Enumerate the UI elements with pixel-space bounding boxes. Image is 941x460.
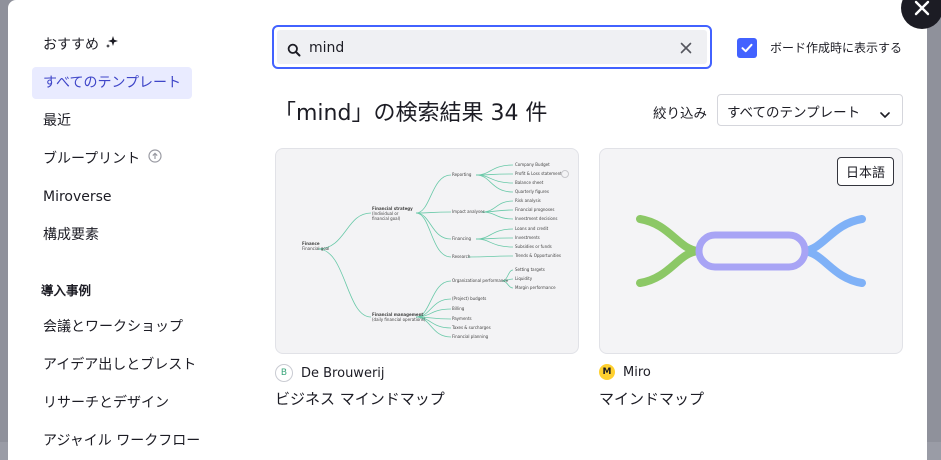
- sidebar-item-building-blocks[interactable]: 構成要素: [32, 219, 110, 251]
- svg-text:(Project) budgets: (Project) budgets: [452, 296, 486, 301]
- card-title[interactable]: マインドマップ: [599, 388, 704, 409]
- sidebar-item-label: 会議とワークショップ: [43, 319, 183, 335]
- search-field: [277, 30, 707, 64]
- chevron-down-icon: [880, 107, 890, 123]
- search-input[interactable]: [309, 34, 649, 62]
- sidebar-item-label: すべてのテンプレート: [43, 75, 182, 91]
- sidebar-item-label: リサーチとデザイン: [43, 395, 169, 411]
- svg-text:Subsidies or funds: Subsidies or funds: [515, 244, 552, 249]
- sidebar-item-label: ブループリント: [43, 151, 141, 167]
- svg-text:Profit & Loss statement: Profit & Loss statement: [515, 171, 562, 176]
- author-avatar: B: [275, 364, 293, 382]
- language-badge: 日本語: [836, 157, 894, 186]
- results-title: 「mind」の検索結果 34 件: [274, 101, 548, 126]
- sidebar-item-recommended[interactable]: おすすめ: [32, 29, 130, 61]
- sidebar-item-research[interactable]: リサーチとデザイン: [32, 387, 180, 419]
- template-picker-modal: おすすめ すべてのテンプレート 最近 ブループリント Miroverse 構成要…: [8, 0, 927, 460]
- show-on-create-label[interactable]: ボード作成時に表示する: [770, 39, 902, 56]
- svg-text:Margin performance: Margin performance: [515, 285, 556, 290]
- svg-text:Organizational performance: Organizational performance: [452, 278, 509, 283]
- show-on-create-checkbox[interactable]: [737, 38, 757, 58]
- author-name: Miro: [623, 364, 651, 380]
- close-icon: [914, 0, 930, 16]
- svg-text:Loans and credit: Loans and credit: [515, 226, 549, 231]
- sidebar-item-agile[interactable]: アジャイル ワークフロー: [32, 425, 211, 457]
- sidebar-item-ideation[interactable]: アイデア出しとブレスト: [32, 349, 207, 381]
- sidebar-item-all-templates[interactable]: すべてのテンプレート: [32, 67, 193, 99]
- svg-text:Quarterly figures: Quarterly figures: [515, 189, 549, 194]
- sidebar-item-recent[interactable]: 最近: [32, 105, 82, 137]
- miro-logo-icon: M: [599, 364, 615, 380]
- svg-text:Investments: Investments: [515, 235, 540, 240]
- svg-text:Impact analyses: Impact analyses: [452, 209, 485, 214]
- card-author: B De Brouwerij: [275, 364, 385, 382]
- sidebar-item-label: Miroverse: [43, 189, 112, 205]
- svg-text:Financial prognoses: Financial prognoses: [515, 207, 554, 212]
- sidebar-item-label: アイデア出しとブレスト: [43, 357, 197, 373]
- author-name: De Brouwerij: [301, 365, 385, 381]
- svg-text:Research: Research: [452, 254, 471, 259]
- filter-value: すべてのテンプレート: [727, 105, 861, 121]
- mindmap-preview: Finance Financial goal Financial strateg…: [302, 162, 569, 339]
- sidebar-item-label: 最近: [43, 113, 71, 129]
- svg-text:Payments: Payments: [452, 316, 472, 321]
- card-author: M Miro: [599, 364, 651, 380]
- sidebar-item-meetings[interactable]: 会議とワークショップ: [32, 311, 194, 343]
- svg-text:Company Budget: Company Budget: [515, 162, 550, 167]
- template-card-mindmap[interactable]: 日本語: [599, 148, 903, 354]
- use-cases-heading: 導入事例: [41, 283, 92, 298]
- sparkle-icon: [105, 29, 119, 61]
- upgrade-icon: [148, 143, 162, 175]
- card-title[interactable]: ビジネス マインドマップ: [275, 388, 445, 409]
- sidebar-item-label: アジャイル ワークフロー: [43, 433, 201, 449]
- svg-text:financial goal): financial goal): [372, 216, 401, 221]
- svg-text:(daily financial operations): (daily financial operations): [372, 317, 426, 322]
- mm-root-sub: Financial goal: [302, 246, 329, 251]
- clear-search-icon[interactable]: [679, 40, 693, 59]
- sidebar-item-blueprints[interactable]: ブループリント: [32, 143, 173, 175]
- svg-text:Setting targets: Setting targets: [515, 267, 545, 272]
- svg-text:Liquidity: Liquidity: [515, 276, 533, 281]
- search-icon: [287, 42, 301, 61]
- svg-text:Reporting: Reporting: [452, 172, 472, 177]
- sidebar-item-miroverse[interactable]: Miroverse: [32, 181, 123, 213]
- filter-label: 絞り込み: [653, 106, 707, 122]
- svg-text:Financial planning: Financial planning: [452, 334, 489, 339]
- template-card-business-mindmap[interactable]: Finance Financial goal Financial strateg…: [275, 148, 579, 354]
- svg-text:Taxes & surcharges: Taxes & surcharges: [451, 325, 491, 330]
- svg-text:Trends & Opportunities: Trends & Opportunities: [514, 253, 561, 258]
- sidebar-item-label: 構成要素: [43, 227, 99, 243]
- svg-text:Balance sheet: Balance sheet: [515, 180, 544, 185]
- svg-text:Billing: Billing: [452, 306, 465, 311]
- filter-dropdown[interactable]: すべてのテンプレート: [717, 94, 903, 126]
- svg-text:Financing: Financing: [452, 236, 471, 241]
- search-box[interactable]: [272, 25, 712, 69]
- svg-text:Investment decisions: Investment decisions: [515, 216, 558, 221]
- svg-text:Risk analysis: Risk analysis: [515, 198, 541, 203]
- sidebar-item-label: おすすめ: [43, 37, 99, 53]
- checkmark-icon: [741, 43, 753, 53]
